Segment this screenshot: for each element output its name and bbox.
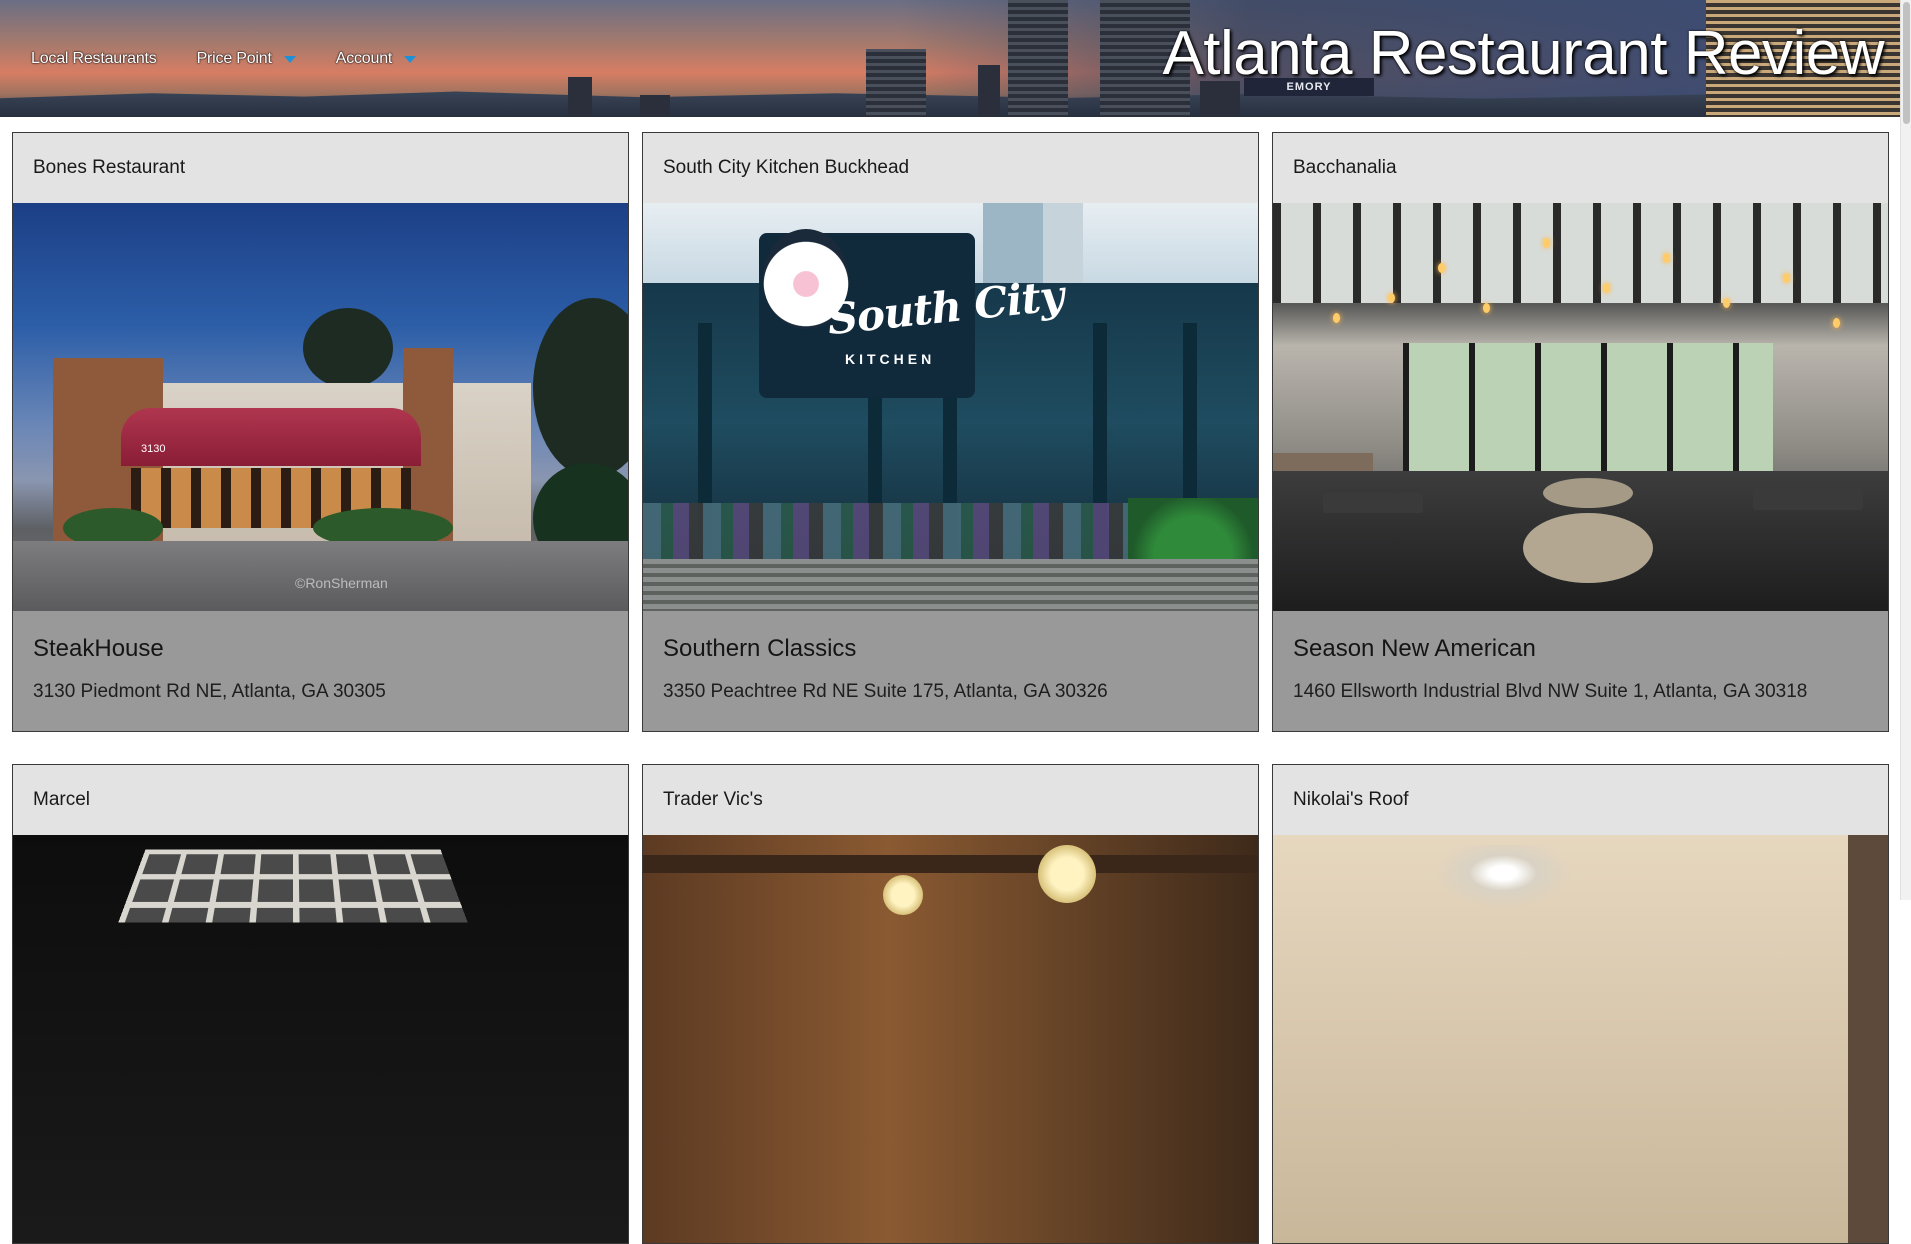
card-footer: SteakHouse 3130 Piedmont Rd NE, Atlanta,… bbox=[13, 611, 628, 731]
pendant-light bbox=[1833, 318, 1840, 328]
tree bbox=[303, 308, 393, 388]
chevron-down-icon bbox=[283, 55, 296, 63]
wood-railing bbox=[643, 559, 1258, 611]
photo-credit: ©RonSherman bbox=[295, 575, 388, 591]
card-title[interactable]: South City Kitchen Buckhead bbox=[643, 133, 1258, 203]
pendant-light bbox=[1663, 253, 1670, 263]
ceiling-beams bbox=[1273, 203, 1888, 303]
restaurant-photo[interactable]: South City KITCHEN bbox=[643, 203, 1258, 611]
restaurant-card[interactable]: South City Kitchen Buckhead South City K… bbox=[642, 132, 1259, 732]
site-title: Atlanta Restaurant Review bbox=[1162, 19, 1884, 88]
ceiling-beam bbox=[643, 855, 1258, 873]
dining-table bbox=[1523, 513, 1653, 583]
pendant-light bbox=[1438, 263, 1445, 273]
address: 3130 Piedmont Rd NE, Atlanta, GA 30305 bbox=[33, 681, 386, 702]
restaurant-photo[interactable] bbox=[1273, 835, 1888, 1243]
card-footer: Southern Classics 3350 Peachtree Rd NE S… bbox=[643, 611, 1258, 731]
nav-local-restaurants[interactable]: Local Restaurants bbox=[31, 50, 157, 68]
restaurant-card[interactable]: Trader Vic's bbox=[642, 764, 1259, 1244]
nav-local-restaurants-label: Local Restaurants bbox=[31, 50, 157, 67]
skyline-building bbox=[978, 65, 1000, 117]
page-scrollbar[interactable] bbox=[1900, 0, 1911, 900]
chandelier bbox=[1423, 845, 1583, 915]
card-title[interactable]: Marcel bbox=[13, 765, 628, 835]
restaurant-photo[interactable] bbox=[643, 835, 1258, 1243]
restaurant-card[interactable]: Bones Restaurant 3130 ©RonSherman SteakH… bbox=[12, 132, 629, 732]
address: 1460 Ellsworth Industrial Blvd NW Suite … bbox=[1293, 681, 1808, 702]
skyline-building bbox=[866, 49, 926, 117]
pendant-light bbox=[1723, 298, 1730, 308]
window bbox=[1848, 835, 1888, 1243]
nav-price-point-label: Price Point bbox=[196, 50, 272, 67]
restaurant-card[interactable]: Nikolai's Roof bbox=[1272, 764, 1889, 1244]
cuisine-type: Season New American bbox=[1293, 635, 1536, 662]
restaurant-card[interactable]: Bacchanalia Season New American 1460 Ell… bbox=[1272, 132, 1889, 732]
building-number: 3130 bbox=[141, 443, 166, 455]
dining-table bbox=[1323, 493, 1423, 513]
card-title[interactable]: Nikolai's Roof bbox=[1273, 765, 1888, 835]
card-title[interactable]: Trader Vic's bbox=[643, 765, 1258, 835]
skyline-building bbox=[568, 77, 592, 117]
skyline-building bbox=[640, 95, 670, 117]
restaurant-photo[interactable] bbox=[13, 835, 628, 1243]
cuisine-type: SteakHouse bbox=[33, 635, 164, 662]
card-title[interactable]: Bacchanalia bbox=[1273, 133, 1888, 203]
pendant-light bbox=[1333, 313, 1340, 323]
tree bbox=[533, 298, 628, 478]
skyline-building bbox=[1008, 0, 1068, 117]
dining-table bbox=[1753, 488, 1863, 510]
restaurant-card[interactable]: Marcel bbox=[12, 764, 629, 1244]
pendant-light bbox=[1783, 273, 1790, 283]
chevron-down-icon bbox=[404, 55, 417, 63]
dining-table bbox=[1543, 478, 1633, 508]
card-title[interactable]: Bones Restaurant bbox=[13, 133, 628, 203]
cuisine-type: Southern Classics bbox=[663, 635, 857, 662]
nav-price-point[interactable]: Price Point bbox=[197, 50, 296, 68]
scrollbar-thumb[interactable] bbox=[1903, 2, 1910, 124]
lantern bbox=[1038, 845, 1096, 903]
pendant-light bbox=[1543, 238, 1550, 248]
pendant-light bbox=[1603, 283, 1610, 293]
main-nav: Local Restaurants Price Point Account bbox=[0, 46, 417, 72]
nav-account[interactable]: Account bbox=[335, 50, 417, 68]
card-footer: Season New American 1460 Ellsworth Indus… bbox=[1273, 611, 1888, 731]
hero-banner: EMORY Local Restaurants Price Point Acco… bbox=[0, 0, 1900, 117]
address: 3350 Peachtree Rd NE Suite 175, Atlanta,… bbox=[663, 681, 1108, 702]
pendant-light bbox=[1388, 293, 1395, 303]
restaurant-photo[interactable] bbox=[1273, 203, 1888, 611]
sign-subtext: KITCHEN bbox=[845, 351, 936, 367]
red-awning bbox=[121, 408, 421, 466]
restaurant-photo[interactable]: 3130 ©RonSherman bbox=[13, 203, 628, 611]
lantern bbox=[883, 875, 923, 915]
nav-account-label: Account bbox=[335, 50, 393, 67]
pendant-light bbox=[1483, 303, 1490, 313]
ceiling-lattice bbox=[118, 849, 468, 923]
